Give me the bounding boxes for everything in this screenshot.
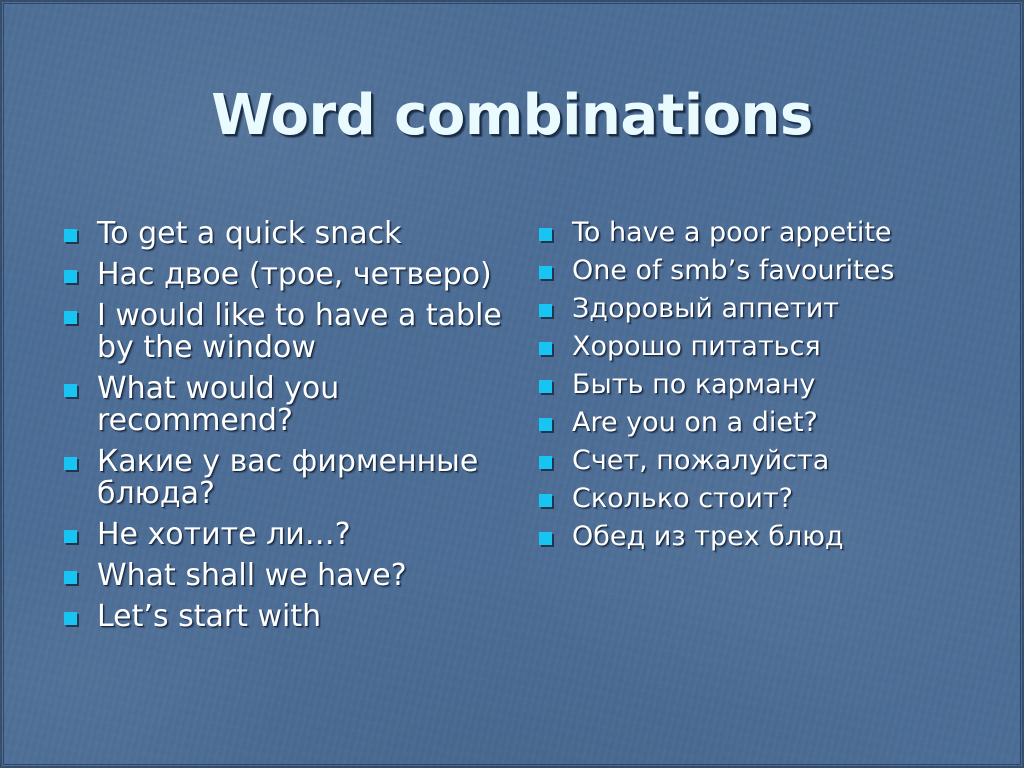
list-item: Здоровый аппетит [531,294,981,324]
square-bullet-icon [539,494,552,507]
right-column: To have a poor appetite One of smb’s fav… [531,218,981,560]
list-item-label: One of smb’s favourites [572,255,895,286]
list-item-label: To get a quick snack [97,216,402,251]
list-item-label: Хорошо питаться [572,331,821,362]
list-item: Are you on a diet? [531,408,981,438]
list-item: Сколько стоит? [531,484,981,514]
left-bullet-list: To get a quick snack Нас двое (трое, чет… [56,218,516,633]
list-item-label: Обед из трех блюд [572,521,844,552]
list-item-label: What shall we have? [97,558,407,593]
list-item: I would like to have a table by the wind… [56,300,516,364]
square-bullet-icon [539,266,552,279]
list-item: Быть по карману [531,370,981,400]
left-column: To get a quick snack Нас двое (трое, чет… [56,218,516,642]
square-bullet-icon [64,229,77,242]
list-item: Нас двое (трое, четверо) [56,259,516,291]
slide-title: Word combinations [211,83,813,148]
list-item: Let’s start with [56,601,516,633]
list-item-label: Сколько стоит? [572,483,793,514]
list-item-label: Какие у вас фирменные блюда? [97,444,479,511]
square-bullet-icon [539,342,552,355]
square-bullet-icon [539,418,552,431]
right-bullet-list: To have a poor appetite One of smb’s fav… [531,218,981,552]
list-item-label: Счет, пожалуйста [572,445,830,476]
list-item: Счет, пожалуйста [531,446,981,476]
square-bullet-icon [539,532,552,545]
list-item: Хорошо питаться [531,332,981,362]
list-item-label: What would you recommend? [97,371,340,438]
square-bullet-icon [64,311,77,324]
list-item-label: To have a poor appetite [572,217,892,248]
square-bullet-icon [64,457,77,470]
list-item: What would you recommend? [56,373,516,437]
list-item-label: Не хотите ли…? [97,517,351,552]
square-bullet-icon [64,612,77,625]
list-item: Обед из трех блюд [531,522,981,552]
presentation-slide: Word combinations To get a quick snack Н… [0,0,1024,768]
list-item: Не хотите ли…? [56,519,516,551]
square-bullet-icon [64,571,77,584]
square-bullet-icon [64,384,77,397]
list-item-label: I would like to have a table by the wind… [97,298,502,365]
list-item: What shall we have? [56,560,516,592]
content-columns: To get a quick snack Нас двое (трое, чет… [0,218,1024,718]
list-item: To get a quick snack [56,218,516,250]
list-item-label: Нас двое (трое, четверо) [97,257,492,292]
list-item-label: Здоровый аппетит [572,293,839,324]
list-item: To have a poor appetite [531,218,981,248]
list-item: One of smb’s favourites [531,256,981,286]
square-bullet-icon [539,380,552,393]
list-item-label: Are you on a diet? [572,407,818,438]
square-bullet-icon [539,228,552,241]
list-item-label: Быть по карману [572,369,816,400]
list-item-label: Let’s start with [97,599,322,634]
square-bullet-icon [64,270,77,283]
square-bullet-icon [64,530,77,543]
list-item: Какие у вас фирменные блюда? [56,446,516,510]
square-bullet-icon [539,456,552,469]
square-bullet-icon [539,304,552,317]
